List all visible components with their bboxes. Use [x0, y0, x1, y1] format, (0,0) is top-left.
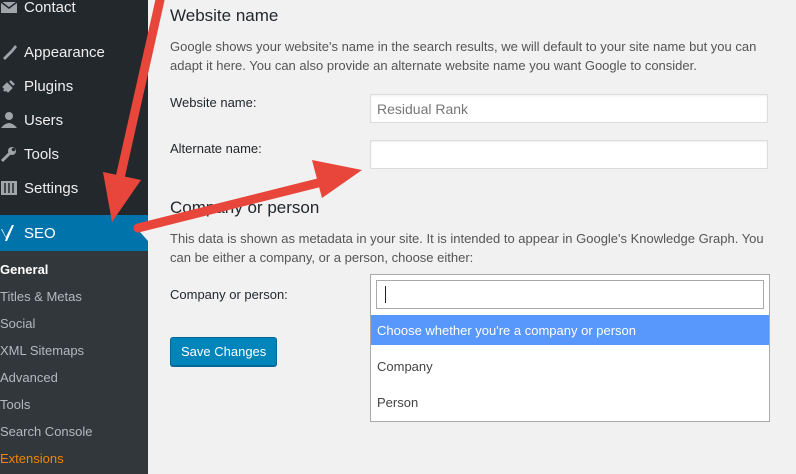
user-icon — [1, 112, 17, 128]
current-menu-pointer — [140, 223, 148, 241]
submenu-item-search-console[interactable]: Search Console — [0, 418, 93, 445]
wrench-icon — [0, 147, 16, 163]
alternate-name-label: Alternate name: — [170, 141, 262, 156]
dropdown-option-placeholder[interactable]: Choose whether you're a company or perso… — [371, 315, 769, 345]
company-or-person-label: Company or person: — [170, 287, 288, 302]
yoast-icon — [1, 225, 14, 241]
plug-icon — [2, 80, 15, 93]
submenu-item-extensions[interactable]: Extensions — [0, 445, 64, 472]
company-description: This data is shown as metadata in your s… — [170, 231, 764, 265]
submenu-item-general[interactable]: General — [0, 256, 48, 283]
submenu-item-titles-metas[interactable]: Titles & Metas — [0, 283, 82, 310]
submenu-item-advanced[interactable]: Advanced — [0, 364, 58, 391]
menu-item-users[interactable]: Users — [0, 103, 148, 137]
menu-label: Settings — [24, 179, 79, 197]
website-name-input[interactable]: Residual Rank — [370, 94, 768, 123]
dropdown-search-input[interactable] — [376, 280, 764, 309]
menu-item-seo[interactable]: SEO — [0, 215, 148, 251]
menu-label: Contact — [24, 0, 76, 16]
main-content: Website name Google shows your website's… — [148, 0, 796, 474]
dropdown-option-company[interactable]: Company — [371, 351, 769, 381]
submenu-item-tools[interactable]: Tools — [0, 391, 30, 418]
menu-label: SEO — [24, 224, 56, 242]
website-name-label: Website name: — [170, 95, 257, 110]
menu-item-contact[interactable]: Contact — [0, 0, 148, 24]
paintbrush-icon — [3, 45, 17, 60]
menu-item-settings[interactable]: Settings — [0, 171, 148, 205]
alternate-name-input[interactable] — [370, 140, 768, 169]
company-heading: Company or person — [170, 198, 320, 217]
menu-label: Plugins — [24, 77, 74, 95]
text-cursor — [385, 286, 386, 303]
seo-submenu: General Titles & Metas Social XML Sitema… — [0, 251, 148, 474]
dropdown-option-person[interactable]: Person — [371, 387, 769, 417]
menu-item-tools[interactable]: Tools — [0, 137, 148, 171]
save-changes-button[interactable]: Save Changes — [170, 337, 278, 366]
submenu-item-xml-sitemaps[interactable]: XML Sitemaps — [0, 337, 84, 364]
menu-item-appearance[interactable]: Appearance — [0, 35, 148, 69]
menu-label: Appearance — [24, 43, 105, 61]
sliders-icon — [1, 181, 17, 195]
company-or-person-dropdown[interactable]: Choose whether you're a company or perso… — [370, 274, 770, 422]
menu-item-plugins[interactable]: Plugins — [0, 69, 148, 103]
menu-label: Users — [24, 111, 64, 129]
admin-sidebar: Contact Appearance Plugins Users Tools S… — [0, 0, 148, 474]
submenu-item-social[interactable]: Social — [0, 310, 35, 337]
website-name-heading: Website name — [170, 6, 279, 25]
mail-icon — [0, 1, 18, 13]
website-name-description: Google shows your website's name in the … — [170, 39, 757, 73]
menu-label: Tools — [24, 145, 60, 163]
